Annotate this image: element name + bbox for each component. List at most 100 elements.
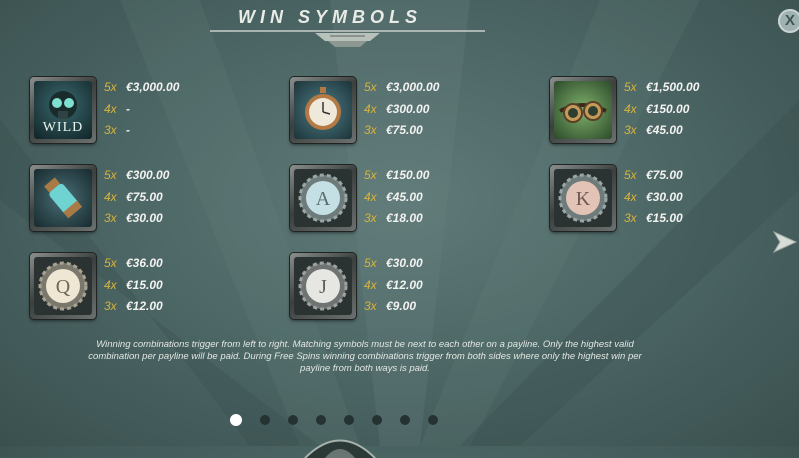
letter-a-symbol-frame: A bbox=[290, 165, 356, 231]
goggles-symbol-frame bbox=[550, 77, 616, 143]
multiplier: 3x bbox=[104, 123, 117, 137]
multiplier: 4x bbox=[364, 277, 377, 292]
payout: €3,000.00 bbox=[126, 80, 180, 94]
letter-j-gear-icon: J bbox=[298, 261, 348, 311]
payout: €3,000.00 bbox=[386, 80, 440, 94]
pocket-watch-icon bbox=[305, 87, 341, 130]
wild-symbol-frame: WILD bbox=[30, 77, 96, 143]
letter-k-text: K bbox=[576, 188, 591, 210]
payout: €9.00 bbox=[386, 299, 417, 313]
pay-row: 4x - bbox=[104, 99, 179, 121]
letter-k-gear-icon: K bbox=[558, 173, 608, 223]
page-dot-4[interactable] bbox=[316, 415, 326, 425]
payout: €30.00 bbox=[386, 256, 423, 270]
multiplier: 3x bbox=[624, 211, 637, 225]
pay-row: 4x €75.00 bbox=[104, 187, 169, 209]
payout: - bbox=[126, 123, 130, 137]
multiplier: 3x bbox=[104, 299, 117, 313]
multiplier: 5x bbox=[624, 80, 637, 94]
payout: €18.00 bbox=[386, 211, 423, 225]
rules-line: combination per payline will be paid. Du… bbox=[88, 351, 642, 362]
goggles-icon bbox=[559, 101, 607, 123]
payout: €15.00 bbox=[126, 277, 163, 292]
multiplier: 3x bbox=[364, 299, 377, 313]
pay-row: 4x €300.00 bbox=[364, 99, 439, 121]
pay-row: 3x €30.00 bbox=[104, 208, 169, 230]
multiplier: 5x bbox=[104, 168, 117, 182]
page-dot-6[interactable] bbox=[372, 415, 382, 425]
letter-j-paytable: 5x €30.00 4x €12.00 3x €9.00 bbox=[364, 253, 423, 318]
multiplier: 5x bbox=[364, 168, 377, 182]
pay-row: 3x €45.00 bbox=[624, 120, 699, 142]
payout: €75.00 bbox=[646, 168, 683, 182]
pay-row: 3x €15.00 bbox=[624, 208, 683, 230]
payout: €150.00 bbox=[646, 101, 690, 116]
page-dot-5[interactable] bbox=[344, 415, 354, 425]
pay-row: 5x €1,500.00 bbox=[624, 77, 699, 99]
rules-line: Winning combinations trigger from left t… bbox=[96, 339, 634, 350]
payout: - bbox=[126, 101, 130, 116]
payout: €15.00 bbox=[646, 211, 683, 225]
multiplier: 5x bbox=[624, 168, 637, 182]
pay-row: 4x €15.00 bbox=[104, 275, 163, 297]
potion-vial-icon bbox=[44, 177, 83, 219]
page-dot-8[interactable] bbox=[428, 415, 438, 425]
letter-q-gear-icon: Q bbox=[38, 261, 88, 311]
letter-k-symbol-frame: K bbox=[550, 165, 616, 231]
multiplier: 4x bbox=[364, 189, 377, 204]
pay-row: 4x €30.00 bbox=[624, 187, 683, 209]
rules-line: payline from both ways is paid. bbox=[300, 363, 430, 374]
rules-text: Winning combinations trigger from left t… bbox=[20, 339, 710, 375]
pay-row: 4x €45.00 bbox=[364, 187, 429, 209]
close-button[interactable]: X bbox=[778, 9, 799, 33]
letter-q-paytable: 5x €36.00 4x €15.00 3x €12.00 bbox=[104, 253, 163, 318]
pay-row: 5x €30.00 bbox=[364, 253, 423, 275]
pay-row: 5x €36.00 bbox=[104, 253, 163, 275]
payout: €12.00 bbox=[386, 277, 423, 292]
multiplier: 4x bbox=[104, 189, 117, 204]
payout: €300.00 bbox=[126, 168, 170, 182]
letter-j-text: J bbox=[319, 276, 327, 298]
pocket-watch-symbol-frame bbox=[290, 77, 356, 143]
pay-row: 5x €300.00 bbox=[104, 165, 169, 187]
page-dot-1[interactable] bbox=[230, 414, 242, 426]
pocket-watch-paytable: 5x €3,000.00 4x €300.00 3x €75.00 bbox=[364, 77, 439, 142]
pay-row: 5x €3,000.00 bbox=[364, 77, 439, 99]
multiplier: 4x bbox=[624, 101, 637, 116]
letter-k-paytable: 5x €75.00 4x €30.00 3x €15.00 bbox=[624, 165, 683, 230]
letter-q-text: Q bbox=[56, 276, 71, 298]
payout: €36.00 bbox=[126, 256, 163, 270]
page-dot-7[interactable] bbox=[400, 415, 410, 425]
pay-row: 3x €75.00 bbox=[364, 120, 439, 142]
potion-vial-symbol-frame bbox=[30, 165, 96, 231]
letter-j-symbol-frame: J bbox=[290, 253, 356, 319]
multiplier: 5x bbox=[364, 80, 377, 94]
next-page-arrow-icon[interactable] bbox=[770, 228, 798, 256]
pay-row: 4x €150.00 bbox=[624, 99, 699, 121]
payout: €12.00 bbox=[126, 299, 163, 313]
page-title: WIN SYMBOLS bbox=[238, 7, 422, 27]
multiplier: 3x bbox=[104, 211, 117, 225]
pay-row: 3x - bbox=[104, 120, 179, 142]
payout: €45.00 bbox=[386, 189, 423, 204]
multiplier: 3x bbox=[364, 123, 377, 137]
multiplier: 3x bbox=[624, 123, 637, 137]
payout: €1,500.00 bbox=[646, 80, 700, 94]
letter-a-paytable: 5x €150.00 4x €45.00 3x €18.00 bbox=[364, 165, 429, 230]
payout: €75.00 bbox=[126, 189, 163, 204]
pay-row: 5x €3,000.00 bbox=[104, 77, 179, 99]
page-dot-2[interactable] bbox=[260, 415, 270, 425]
bottom-ornament bbox=[304, 439, 376, 458]
pay-row: 3x €12.00 bbox=[104, 296, 163, 318]
payout: €150.00 bbox=[386, 168, 430, 182]
potion-vial-paytable: 5x €300.00 4x €75.00 3x €30.00 bbox=[104, 165, 169, 230]
title-ornament bbox=[210, 30, 485, 47]
page-dot-3[interactable] bbox=[288, 415, 298, 425]
multiplier: 4x bbox=[364, 101, 377, 116]
multiplier: 4x bbox=[104, 277, 117, 292]
multiplier: 5x bbox=[104, 80, 117, 94]
multiplier: 3x bbox=[364, 211, 377, 225]
pay-row: 3x €18.00 bbox=[364, 208, 429, 230]
payout: €45.00 bbox=[646, 123, 683, 137]
letter-q-symbol-frame: Q bbox=[30, 253, 96, 319]
